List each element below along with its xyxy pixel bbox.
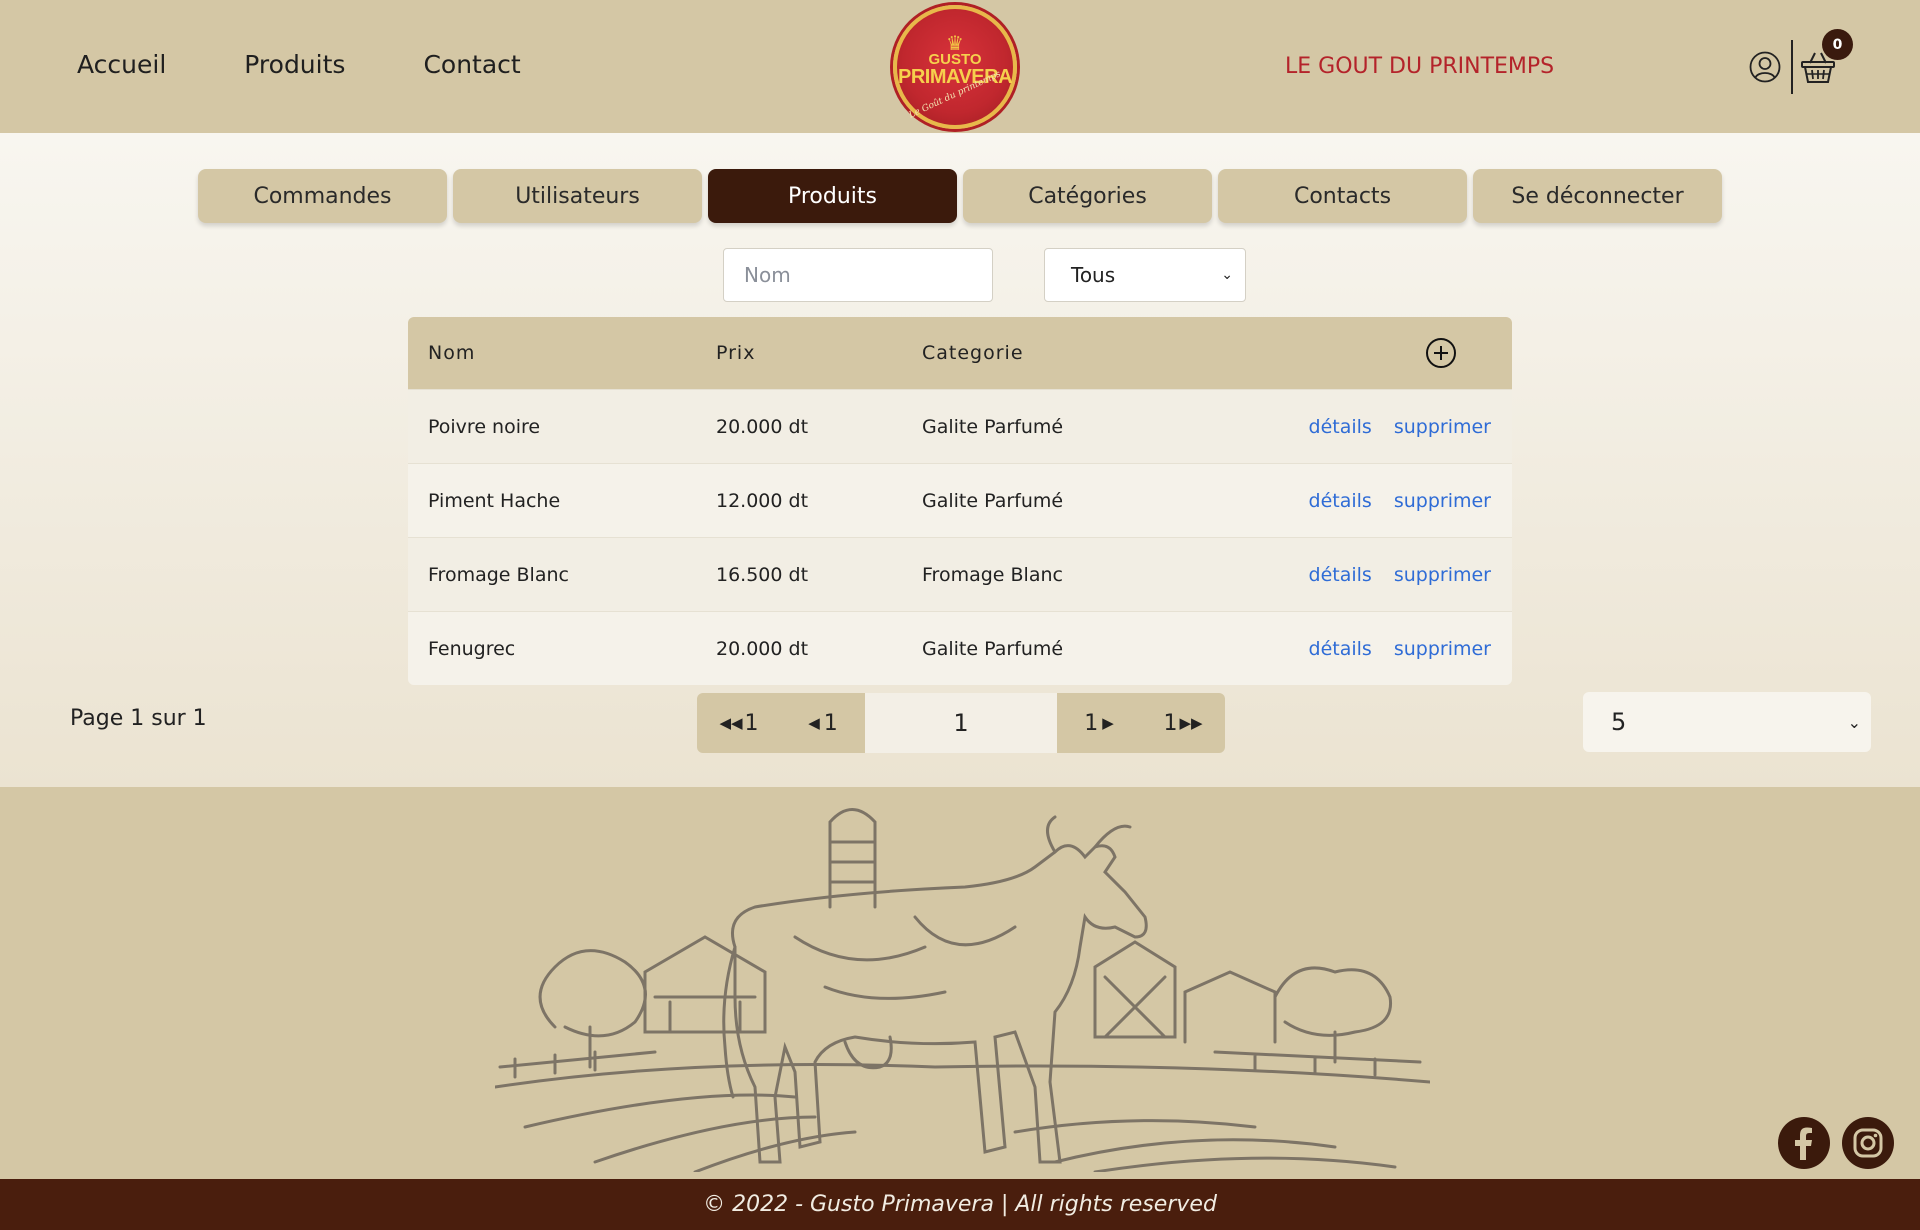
tab-logout[interactable]: Se déconnecter: [1473, 169, 1722, 223]
table-row: Piment Hache 12.000 dt Galite Parfumé dé…: [408, 463, 1512, 537]
cell-categorie: Galite Parfumé: [922, 489, 1064, 512]
cell-nom: Poivre noire: [428, 415, 541, 438]
row-actions: détails supprimer: [1302, 490, 1512, 512]
cell-categorie: Galite Parfumé: [922, 415, 1064, 438]
category-filter-value: Tous: [1071, 263, 1116, 287]
row-actions: détails supprimer: [1302, 416, 1512, 438]
cell-nom: Fenugrec: [428, 637, 516, 660]
nav-contact[interactable]: Contact: [423, 50, 520, 79]
last-page-number: 1: [1163, 710, 1178, 736]
nav-produits[interactable]: Produits: [244, 50, 345, 79]
next-page-button[interactable]: 1 ▶: [1057, 693, 1141, 753]
tab-contacts[interactable]: Contacts: [1218, 169, 1467, 223]
current-page: 1: [865, 693, 1057, 753]
row-actions: détails supprimer: [1302, 638, 1512, 660]
tab-produits[interactable]: Produits: [708, 169, 957, 223]
prev-page-number: 1: [823, 710, 838, 736]
details-link[interactable]: détails: [1309, 416, 1372, 438]
user-icon[interactable]: [1749, 51, 1781, 83]
delete-link[interactable]: supprimer: [1394, 564, 1491, 586]
cell-prix: 16.500 dt: [716, 563, 809, 586]
details-link[interactable]: détails: [1309, 638, 1372, 660]
facebook-button[interactable]: [1778, 1117, 1830, 1169]
logo-line-1: GUSTO: [928, 51, 982, 68]
site-header: Accueil Produits Contact ♛ GUSTO PRIMAVE…: [0, 0, 1920, 133]
row-actions: détails supprimer: [1302, 564, 1512, 586]
products-table: Nom Prix Categorie Poivre noire 20.000 d…: [408, 317, 1512, 685]
table-row: Poivre noire 20.000 dt Galite Parfumé dé…: [408, 389, 1512, 463]
site-footer: [0, 787, 1920, 1179]
chevron-right-icon: ▶: [1102, 714, 1114, 732]
cell-categorie: Galite Parfumé: [922, 637, 1064, 660]
cell-prix: 12.000 dt: [716, 489, 809, 512]
table-row: Fenugrec 20.000 dt Galite Parfumé détail…: [408, 611, 1512, 685]
details-link[interactable]: détails: [1309, 564, 1372, 586]
tab-utilisateurs[interactable]: Utilisateurs: [453, 169, 702, 223]
facebook-icon: [1795, 1127, 1812, 1160]
delete-link[interactable]: supprimer: [1394, 416, 1491, 438]
tab-categories[interactable]: Catégories: [963, 169, 1212, 223]
next-page-number: 1: [1084, 710, 1099, 736]
chevron-down-icon: ⌄: [1221, 267, 1233, 283]
farm-cow-illustration: [495, 808, 1430, 1172]
double-chevron-right-icon: ▶▶: [1179, 714, 1203, 732]
column-header-prix: Prix: [716, 342, 756, 364]
column-header-nom: Nom: [428, 342, 476, 364]
cell-prix: 20.000 dt: [716, 415, 809, 438]
copyright-bar: © 2022 - Gusto Primavera | All rights re…: [0, 1179, 1920, 1230]
column-header-categorie: Categorie: [922, 342, 1024, 364]
table-header: Nom Prix Categorie: [408, 317, 1512, 389]
instagram-button[interactable]: [1842, 1117, 1894, 1169]
page-info: Page 1 sur 1: [70, 706, 207, 731]
add-product-icon[interactable]: [1425, 337, 1457, 369]
name-search-input[interactable]: [723, 248, 993, 302]
chevron-left-icon: ◀: [808, 714, 820, 732]
main-nav: Accueil Produits Contact: [77, 50, 599, 79]
cart-count-badge: 0: [1822, 29, 1853, 60]
delete-link[interactable]: supprimer: [1394, 490, 1491, 512]
prev-page-button[interactable]: ◀ 1: [781, 693, 865, 753]
cell-categorie: Fromage Blanc: [922, 563, 1063, 586]
pagination: ◀◀ 1 ◀ 1 1 1 ▶ 1 ▶▶: [697, 693, 1225, 753]
brand-logo[interactable]: ♛ GUSTO PRIMAVERA Le Goût du printemps: [893, 5, 1017, 129]
double-chevron-left-icon: ◀◀: [719, 714, 743, 732]
admin-panel: Commandes Utilisateurs Produits Catégori…: [0, 133, 1920, 787]
cell-nom: Fromage Blanc: [428, 563, 569, 586]
cell-prix: 20.000 dt: [716, 637, 809, 660]
header-slogan: LE GOUT DU PRINTEMPS: [1285, 54, 1555, 79]
details-link[interactable]: détails: [1309, 490, 1372, 512]
last-page-button[interactable]: 1 ▶▶: [1141, 693, 1225, 753]
table-row: Fromage Blanc 16.500 dt Fromage Blanc dé…: [408, 537, 1512, 611]
header-divider: [1791, 40, 1793, 94]
nav-accueil[interactable]: Accueil: [77, 50, 166, 79]
cell-nom: Piment Hache: [428, 489, 561, 512]
page-size-select[interactable]: 5 ⌄: [1583, 692, 1871, 752]
page-size-value: 5: [1611, 708, 1627, 736]
category-filter-select[interactable]: Tous ⌄: [1044, 248, 1246, 302]
delete-link[interactable]: supprimer: [1394, 638, 1491, 660]
first-page-button[interactable]: ◀◀ 1: [697, 693, 781, 753]
first-page-number: 1: [744, 710, 759, 736]
tab-commandes[interactable]: Commandes: [198, 169, 447, 223]
crown-icon: ♛: [946, 31, 964, 55]
table-body: Poivre noire 20.000 dt Galite Parfumé dé…: [408, 389, 1512, 685]
chevron-down-icon: ⌄: [1847, 712, 1861, 732]
admin-tabs: Commandes Utilisateurs Produits Catégori…: [198, 169, 1722, 223]
instagram-icon: [1853, 1128, 1883, 1158]
